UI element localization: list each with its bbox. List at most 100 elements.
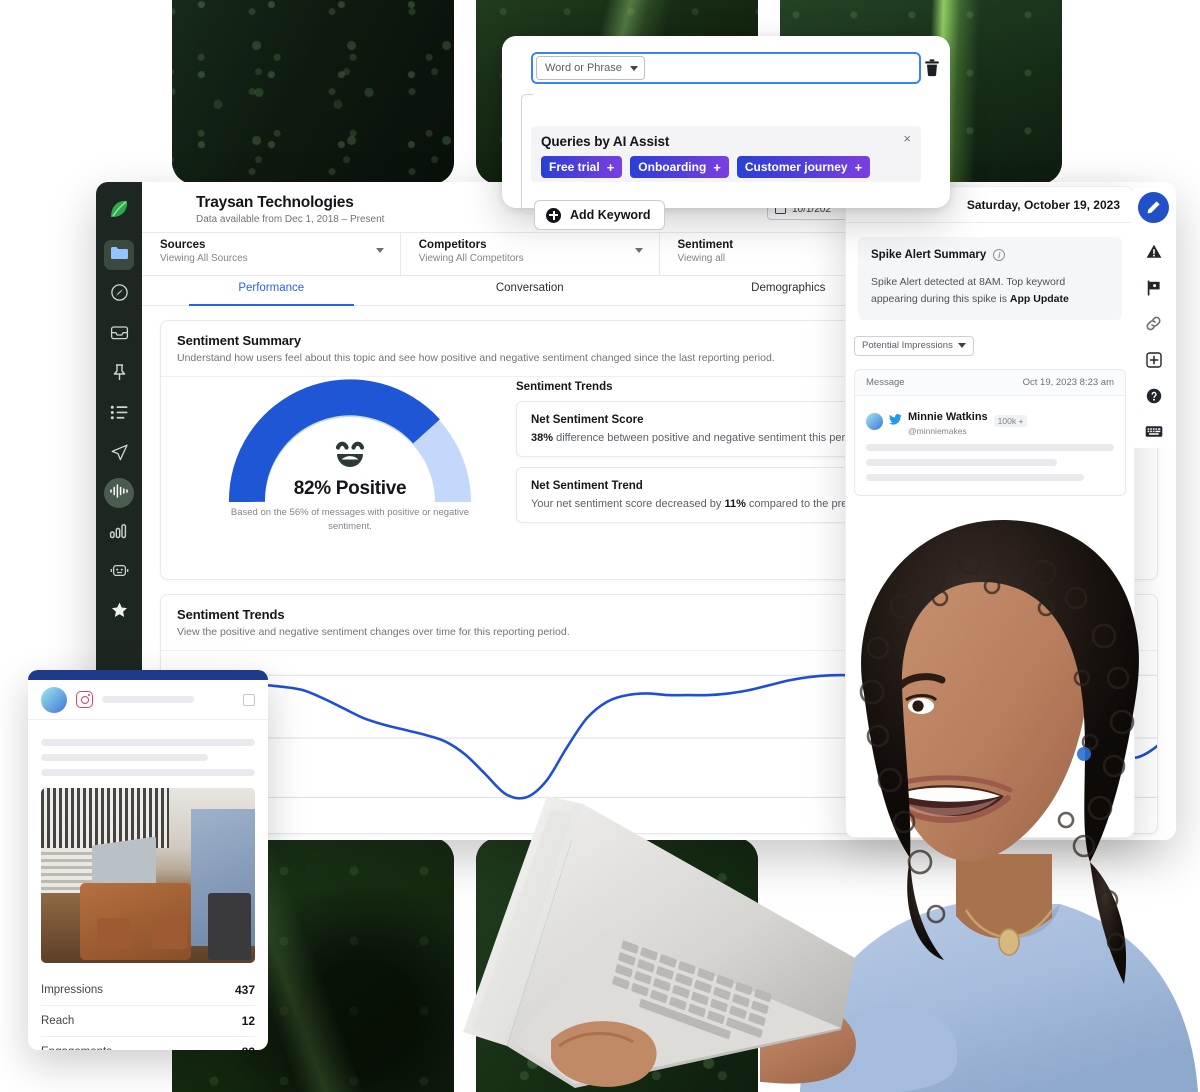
- metric-select[interactable]: Potential Impressions: [854, 335, 974, 356]
- link-icon[interactable]: [1138, 308, 1169, 339]
- add-square-icon[interactable]: [1138, 344, 1169, 375]
- message-text-placeholder: [866, 458, 1057, 466]
- message-timestamp: Oct 19, 2023 8:23 am: [1022, 376, 1114, 388]
- sidebar-item-listening[interactable]: [104, 478, 134, 508]
- spike-date-label: Saturday, October 19, 2023: [966, 197, 1120, 212]
- page-title: Traysan Technologies: [196, 194, 354, 211]
- filter-competitors[interactable]: Competitors Viewing All Competitors: [401, 233, 660, 275]
- bar-chart-icon: [109, 523, 129, 544]
- star-badge-icon: [110, 601, 129, 625]
- sidebar-item-list[interactable]: [104, 400, 134, 430]
- message-text-placeholder: [866, 443, 1114, 451]
- metric-value: 437: [234, 983, 255, 997]
- alert-triangle-icon[interactable]: [1138, 236, 1169, 267]
- ai-assist-suggestions: Queries by AI Assist × Free trial + Onbo…: [531, 126, 921, 182]
- metric-row: Engagements 83: [41, 1037, 255, 1050]
- sidebar-item-reports[interactable]: [104, 518, 134, 548]
- chevron-down-icon: [958, 343, 966, 349]
- message-text-placeholder: [866, 473, 1085, 481]
- ai-assist-title: Queries by AI Assist: [541, 134, 670, 149]
- chevron-down-icon: [634, 248, 643, 253]
- metric-value: 12: [241, 1014, 255, 1028]
- foreground-laptop: [455, 790, 855, 1092]
- delete-keyword-button[interactable]: [922, 58, 942, 78]
- sentiment-gauge: 82% Positive Based on the 56% of message…: [221, 373, 479, 532]
- keyword-input-row: Word or Phrase: [531, 52, 921, 84]
- card-body-text: difference between positive and negative…: [553, 432, 863, 444]
- happy-face-icon: [330, 439, 370, 469]
- tab-performance[interactable]: Performance: [142, 276, 401, 306]
- spike-alert-summary: Spike Alert Summary i Spike Alert detect…: [858, 237, 1122, 320]
- select-checkbox[interactable]: [243, 693, 255, 706]
- compass-icon: [110, 283, 129, 307]
- close-icon[interactable]: ×: [903, 132, 911, 145]
- sidebar-item-pin[interactable]: [104, 360, 134, 390]
- tab-conversation[interactable]: Conversation: [401, 276, 660, 305]
- filter-sources[interactable]: Sources Viewing All Sources: [142, 233, 401, 275]
- match-type-select[interactable]: Word or Phrase: [536, 56, 645, 80]
- sidebar-item-bot[interactable]: [104, 558, 134, 588]
- help-icon[interactable]: [1138, 380, 1169, 411]
- keyboard-icon[interactable]: [1138, 416, 1169, 447]
- spike-top-keyword: App Update: [1009, 292, 1069, 305]
- keyword-input[interactable]: [644, 55, 919, 81]
- plus-icon: +: [606, 159, 615, 175]
- post-card-body: [28, 720, 268, 776]
- gauge-value: 82% Positive: [293, 478, 407, 499]
- page-subtitle: Data available from Dec 1, 2018 – Presen…: [196, 214, 385, 225]
- flag-icon[interactable]: [1138, 272, 1169, 303]
- add-keyword-button[interactable]: Add Keyword: [534, 200, 665, 230]
- sidebar-item-premium[interactable]: [104, 598, 134, 628]
- avatar: [866, 412, 883, 430]
- card-body-pre: Your net sentiment score decreased by: [531, 498, 725, 510]
- sidebar-item-inbox[interactable]: [104, 320, 134, 350]
- ai-suggestion-chips: Free trial + Onboarding + Customer journ…: [541, 156, 911, 178]
- author-handle: @minniemakes: [908, 425, 967, 436]
- metric-row: Impressions 437: [41, 975, 255, 1006]
- chevron-down-icon: [375, 248, 384, 253]
- metric-label: Engagements: [41, 1046, 112, 1050]
- sidebar-item-send[interactable]: [104, 440, 134, 470]
- plus-icon: +: [713, 159, 721, 175]
- avatar: [41, 686, 67, 713]
- spike-summary-text: Spike Alert detected at 8AM. Top keyword…: [871, 274, 1109, 308]
- keyword-builder-popover: Word or Phrase Queries by AI Assist × Fr…: [502, 36, 950, 230]
- filter-value: Viewing All Sources: [160, 253, 248, 264]
- sidebar-item-compass[interactable]: [104, 280, 134, 310]
- post-card-accent-bar: [28, 670, 268, 680]
- sentiment-trends-heading: Sentiment Trends: [516, 381, 613, 393]
- gauge-note: Based on the 56% of messages with positi…: [230, 507, 470, 532]
- post-text-placeholder: [41, 769, 255, 776]
- pin-icon: [111, 363, 128, 387]
- suggestion-chip-onboarding[interactable]: Onboarding +: [630, 156, 729, 178]
- message-col-label: Message: [866, 376, 905, 388]
- compose-button[interactable]: [1138, 192, 1169, 223]
- post-card-header: [28, 680, 268, 720]
- filter-label: Sources: [160, 239, 206, 251]
- author-name: Minnie Watkins: [908, 410, 988, 423]
- metric-value: 83: [242, 1045, 255, 1050]
- message-author: Minnie Watkins @minniemakes 100k +: [866, 407, 1114, 436]
- sidebar-item-leaf-logo[interactable]: [104, 196, 134, 226]
- metric-select-value: Potential Impressions: [862, 340, 953, 352]
- post-metrics: Impressions 437 Reach 12 Engagements 83: [41, 975, 255, 1050]
- chip-label: Customer journey: [744, 160, 848, 174]
- chip-label: Onboarding: [638, 160, 707, 174]
- keyword-input-wrapper[interactable]: Word or Phrase: [531, 52, 921, 84]
- suggestion-chip-customer-journey[interactable]: Customer journey +: [736, 156, 871, 178]
- card-metric: 11%: [724, 498, 746, 510]
- spike-summary-title: Spike Alert Summary i: [871, 249, 1109, 261]
- listening-waveform-icon: [109, 483, 129, 504]
- filter-value: Viewing All Competitors: [418, 253, 524, 264]
- plus-icon: +: [854, 159, 863, 175]
- post-image: [41, 788, 255, 963]
- instagram-icon: [76, 691, 93, 708]
- suggestion-chip-free-trial[interactable]: Free trial +: [541, 156, 623, 178]
- metric-label: Reach: [41, 1015, 75, 1027]
- folder-icon: [110, 245, 129, 266]
- sidebar-item-folder[interactable]: [104, 240, 134, 270]
- author-follower-badge: 100k +: [993, 415, 1028, 428]
- leaf-logo-icon: [108, 198, 130, 225]
- info-icon[interactable]: i: [993, 249, 1006, 261]
- post-text-placeholder: [41, 739, 255, 746]
